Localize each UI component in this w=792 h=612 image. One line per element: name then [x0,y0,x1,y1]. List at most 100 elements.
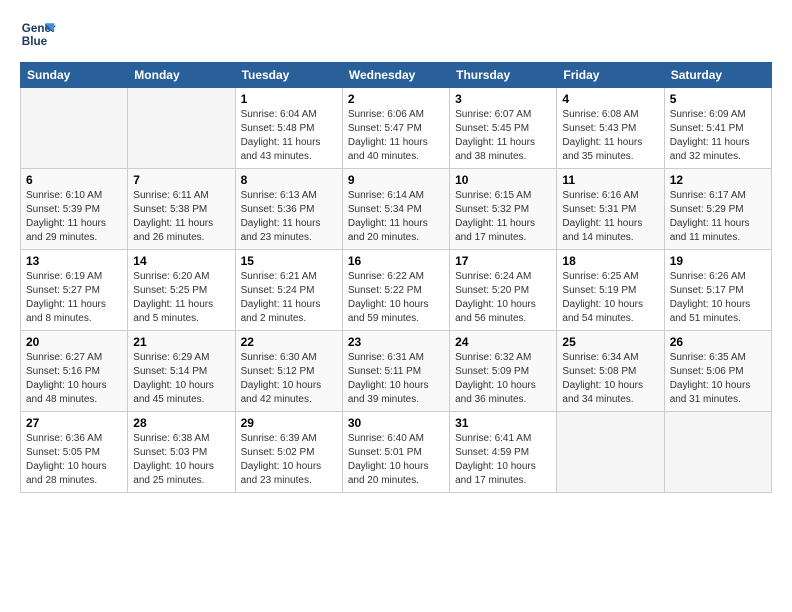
calendar-cell: 10 Sunrise: 6:15 AM Sunset: 5:32 PM Dayli… [450,169,557,250]
day-number: 8 [241,173,337,187]
calendar-cell: 4Sunrise: 6:08 AM Sunset: 5:43 PM Daylig… [557,88,664,169]
day-info: Sunrise: 6:20 AM Sunset: 5:25 PM Dayligh… [133,270,229,326]
calendar-week-row: 13Sunrise: 6:19 AM Sunset: 5:27 PM Dayli… [21,250,772,331]
day-info: Sunrise: 6:16 AM Sunset: 5:31 PM Dayligh… [562,189,658,245]
day-number: 31 [455,416,551,430]
day-number: 28 [133,416,229,430]
weekday-header-wednesday: Wednesday [342,63,449,88]
calendar-cell: 13Sunrise: 6:19 AM Sunset: 5:27 PM Dayli… [21,250,128,331]
day-info: Sunrise: 6:29 AM Sunset: 5:14 PM Dayligh… [133,351,229,407]
svg-text:Blue: Blue [22,35,48,48]
day-info: Sunrise: 6:14 AM Sunset: 5:34 PM Dayligh… [348,189,444,245]
calendar-week-row: 1Sunrise: 6:04 AM Sunset: 5:48 PM Daylig… [21,88,772,169]
calendar-cell: 24 Sunrise: 6:32 AM Sunset: 5:09 PM Dayli… [450,331,557,412]
day-info: Sunrise: 6:32 AM Sunset: 5:09 PM Dayligh… [455,351,551,407]
day-info: Sunrise: 6:13 AM Sunset: 5:36 PM Dayligh… [241,189,337,245]
day-number: 23 [348,335,444,349]
day-info: Sunrise: 6:41 AM Sunset: 4:59 PM Dayligh… [455,432,551,488]
day-number: 19 [670,254,766,268]
day-info: Sunrise: 6:07 AM Sunset: 5:45 PM Dayligh… [455,108,551,164]
logo-icon: General Blue [20,16,56,52]
day-number: 3 [455,92,551,106]
page: General Blue SundayMondayTuesdayWednesda… [0,0,792,612]
day-info: Sunrise: 6:27 AM Sunset: 5:16 PM Dayligh… [26,351,122,407]
day-info: Sunrise: 6:17 AM Sunset: 5:29 PM Dayligh… [670,189,766,245]
calendar-cell: 30 Sunrise: 6:40 AM Sunset: 5:01 PM Dayli… [342,412,449,493]
calendar-cell: 31 Sunrise: 6:41 AM Sunset: 4:59 PM Dayli… [450,412,557,493]
calendar-cell: 12 Sunrise: 6:17 AM Sunset: 5:29 PM Dayli… [664,169,771,250]
calendar-week-row: 6Sunrise: 6:10 AM Sunset: 5:39 PM Daylig… [21,169,772,250]
day-number: 24 [455,335,551,349]
day-number: 9 [348,173,444,187]
calendar-week-row: 20 Sunrise: 6:27 AM Sunset: 5:16 PM Dayli… [21,331,772,412]
calendar-cell: 11 Sunrise: 6:16 AM Sunset: 5:31 PM Dayli… [557,169,664,250]
day-info: Sunrise: 6:10 AM Sunset: 5:39 PM Dayligh… [26,189,122,245]
calendar-cell: 3 Sunrise: 6:07 AM Sunset: 5:45 PM Daylig… [450,88,557,169]
calendar-cell: 23 Sunrise: 6:31 AM Sunset: 5:11 PM Dayli… [342,331,449,412]
day-info: Sunrise: 6:40 AM Sunset: 5:01 PM Dayligh… [348,432,444,488]
day-number: 10 [455,173,551,187]
calendar-week-row: 27Sunrise: 6:36 AM Sunset: 5:05 PM Dayli… [21,412,772,493]
day-info: Sunrise: 6:22 AM Sunset: 5:22 PM Dayligh… [348,270,444,326]
day-info: Sunrise: 6:09 AM Sunset: 5:41 PM Dayligh… [670,108,766,164]
calendar-cell [21,88,128,169]
day-info: Sunrise: 6:38 AM Sunset: 5:03 PM Dayligh… [133,432,229,488]
day-info: Sunrise: 6:30 AM Sunset: 5:12 PM Dayligh… [241,351,337,407]
day-number: 5 [670,92,766,106]
day-info: Sunrise: 6:08 AM Sunset: 5:43 PM Dayligh… [562,108,658,164]
calendar-cell: 9 Sunrise: 6:14 AM Sunset: 5:34 PM Daylig… [342,169,449,250]
day-info: Sunrise: 6:31 AM Sunset: 5:11 PM Dayligh… [348,351,444,407]
day-info: Sunrise: 6:26 AM Sunset: 5:17 PM Dayligh… [670,270,766,326]
calendar-cell: 1Sunrise: 6:04 AM Sunset: 5:48 PM Daylig… [235,88,342,169]
day-number: 25 [562,335,658,349]
calendar-cell: 20 Sunrise: 6:27 AM Sunset: 5:16 PM Dayli… [21,331,128,412]
day-number: 21 [133,335,229,349]
calendar-cell: 6Sunrise: 6:10 AM Sunset: 5:39 PM Daylig… [21,169,128,250]
calendar-cell: 25 Sunrise: 6:34 AM Sunset: 5:08 PM Dayli… [557,331,664,412]
day-info: Sunrise: 6:11 AM Sunset: 5:38 PM Dayligh… [133,189,229,245]
day-info: Sunrise: 6:19 AM Sunset: 5:27 PM Dayligh… [26,270,122,326]
day-number: 30 [348,416,444,430]
weekday-header-monday: Monday [128,63,235,88]
calendar-cell [557,412,664,493]
day-info: Sunrise: 6:25 AM Sunset: 5:19 PM Dayligh… [562,270,658,326]
calendar-cell [664,412,771,493]
day-number: 2 [348,92,444,106]
calendar-cell: 5 Sunrise: 6:09 AM Sunset: 5:41 PM Daylig… [664,88,771,169]
calendar-cell: 14 Sunrise: 6:20 AM Sunset: 5:25 PM Dayli… [128,250,235,331]
day-number: 12 [670,173,766,187]
day-info: Sunrise: 6:34 AM Sunset: 5:08 PM Dayligh… [562,351,658,407]
calendar-cell: 17 Sunrise: 6:24 AM Sunset: 5:20 PM Dayli… [450,250,557,331]
calendar-cell: 18 Sunrise: 6:25 AM Sunset: 5:19 PM Dayli… [557,250,664,331]
day-number: 11 [562,173,658,187]
calendar-cell: 29Sunrise: 6:39 AM Sunset: 5:02 PM Dayli… [235,412,342,493]
day-info: Sunrise: 6:06 AM Sunset: 5:47 PM Dayligh… [348,108,444,164]
calendar-cell: 27Sunrise: 6:36 AM Sunset: 5:05 PM Dayli… [21,412,128,493]
calendar-cell: 28 Sunrise: 6:38 AM Sunset: 5:03 PM Dayli… [128,412,235,493]
day-number: 15 [241,254,337,268]
calendar-cell: 7 Sunrise: 6:11 AM Sunset: 5:38 PM Daylig… [128,169,235,250]
day-info: Sunrise: 6:15 AM Sunset: 5:32 PM Dayligh… [455,189,551,245]
day-number: 20 [26,335,122,349]
calendar: SundayMondayTuesdayWednesdayThursdayFrid… [20,62,772,493]
day-number: 16 [348,254,444,268]
day-number: 27 [26,416,122,430]
day-number: 7 [133,173,229,187]
day-info: Sunrise: 6:24 AM Sunset: 5:20 PM Dayligh… [455,270,551,326]
weekday-header-row: SundayMondayTuesdayWednesdayThursdayFrid… [21,63,772,88]
day-number: 22 [241,335,337,349]
day-number: 18 [562,254,658,268]
weekday-header-thursday: Thursday [450,63,557,88]
calendar-cell: 21 Sunrise: 6:29 AM Sunset: 5:14 PM Dayli… [128,331,235,412]
calendar-cell: 8 Sunrise: 6:13 AM Sunset: 5:36 PM Daylig… [235,169,342,250]
calendar-cell: 22 Sunrise: 6:30 AM Sunset: 5:12 PM Dayli… [235,331,342,412]
weekday-header-friday: Friday [557,63,664,88]
day-info: Sunrise: 6:21 AM Sunset: 5:24 PM Dayligh… [241,270,337,326]
day-number: 14 [133,254,229,268]
day-info: Sunrise: 6:04 AM Sunset: 5:48 PM Dayligh… [241,108,337,164]
calendar-cell: 26Sunrise: 6:35 AM Sunset: 5:06 PM Dayli… [664,331,771,412]
weekday-header-sunday: Sunday [21,63,128,88]
calendar-cell: 19 Sunrise: 6:26 AM Sunset: 5:17 PM Dayli… [664,250,771,331]
day-number: 26 [670,335,766,349]
day-number: 17 [455,254,551,268]
